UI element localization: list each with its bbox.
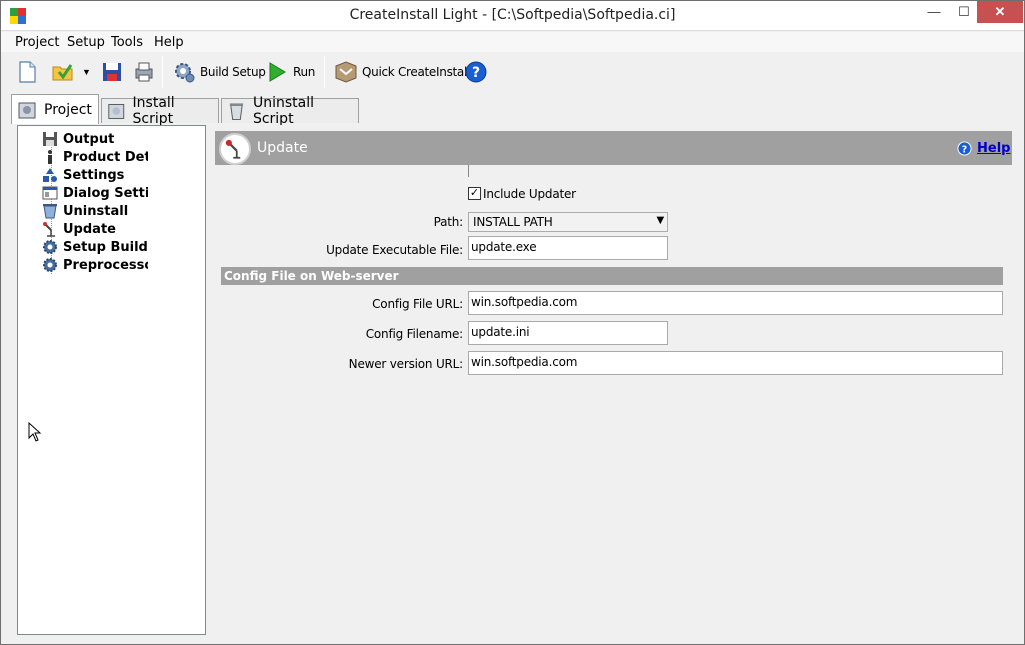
build-setup-button[interactable]: Build Setup (172, 58, 266, 86)
tree-item-uninstall[interactable]: Uninstall (18, 202, 203, 220)
toolbar-separator (324, 56, 325, 88)
gear-icon (43, 240, 57, 254)
update-exe-label: Update Executable File: (326, 243, 463, 257)
tree-label-uninstall: Uninstall (63, 203, 129, 219)
help-link[interactable]: Help (977, 141, 1010, 156)
divider (468, 165, 469, 177)
project-icon (18, 102, 36, 118)
new-file-icon (19, 61, 36, 83)
dialog-icon (42, 186, 58, 200)
open-button[interactable] (51, 58, 75, 86)
package-box-icon (335, 61, 357, 83)
help-circle-icon[interactable]: ? (957, 141, 972, 156)
project-tree: Output Product Details Settings Dialog S… (17, 125, 206, 635)
app-window: CreateInstall Light - [C:\Softpedia\Soft… (0, 0, 1025, 645)
svg-text:?: ? (962, 144, 967, 155)
newer-version-url-input[interactable]: win.softpedia.com (468, 351, 1003, 375)
path-select[interactable]: INSTALL PATH ▼ (468, 212, 668, 232)
build-gear-icon (175, 63, 195, 83)
tab-uninstall-script[interactable]: Uninstall Script (221, 95, 359, 127)
tree-label-product-details: Product Details (63, 149, 148, 165)
install-script-icon (108, 103, 125, 119)
gear-icon (43, 258, 57, 272)
window-title: CreateInstall Light - [C:\Softpedia\Soft… (349, 7, 676, 23)
tree-item-setup-builder[interactable]: Setup Builder (18, 238, 203, 256)
tab-install-script-label: Install Script (132, 95, 175, 127)
run-play-icon (269, 62, 286, 82)
print-button[interactable] (132, 58, 156, 86)
panel-splitter[interactable] (207, 125, 215, 635)
uninstall-icon (43, 204, 57, 219)
config-filename-input[interactable]: update.ini (468, 321, 668, 345)
tree-item-update[interactable]: Update (18, 220, 203, 238)
toolbar-separator (162, 56, 163, 88)
menu-bar: Project Setup Tools Help (1, 32, 1024, 52)
update-settings-panel: Update ? Help ✓ Include Updater Path: IN… (215, 125, 1012, 635)
tab-uninstall-script-label: Uninstall Script (252, 95, 314, 127)
antenna-icon (43, 222, 55, 237)
open-folder-icon (52, 64, 73, 81)
info-icon (48, 150, 52, 164)
include-updater-checkbox[interactable]: ✓ (468, 187, 481, 200)
tree-item-settings[interactable]: Settings (18, 166, 203, 184)
maximize-icon[interactable]: ☐ (947, 1, 981, 23)
menu-tools[interactable]: Tools (111, 35, 143, 50)
tab-bar: Project Install Script Uninstall Script (11, 94, 371, 127)
config-filename-label: Config Filename: (365, 327, 463, 341)
floppy-icon (43, 132, 57, 146)
path-label: Path: (433, 215, 464, 229)
quick-createinstall-label: Quick CreateInstall (362, 65, 471, 79)
quick-createinstall-button[interactable]: Quick CreateInstall (334, 58, 470, 86)
help-circle-icon: ? (465, 61, 487, 83)
menu-help[interactable]: Help (154, 35, 184, 50)
menu-setup[interactable]: Setup (67, 35, 105, 50)
update-exe-input[interactable]: update.exe (468, 236, 668, 260)
shapes-icon (43, 168, 57, 182)
section-header: Update ? Help (215, 131, 1012, 165)
run-label: Run (293, 65, 316, 79)
tree-label-output: Output (63, 131, 115, 147)
minimize-icon[interactable]: — (917, 1, 951, 23)
newer-version-url-label: Newer version URL: (348, 357, 464, 371)
chevron-down-icon: ▼ (656, 215, 665, 226)
tree-label-dialog-settings: Dialog Settings (63, 185, 148, 201)
save-button[interactable] (100, 58, 124, 86)
update-antenna-icon (219, 133, 251, 165)
close-icon[interactable]: ✕ (977, 1, 1023, 23)
tree-item-dialog-settings[interactable]: Dialog Settings (18, 184, 203, 202)
tree-item-preprocessor[interactable]: Preprocessor (18, 256, 203, 274)
tab-project-label: Project (44, 101, 92, 118)
config-section-header: Config File on Web-server (221, 267, 1003, 285)
mouse-pointer-icon (28, 422, 42, 442)
section-title: Update (257, 140, 308, 156)
print-icon (135, 62, 153, 82)
tree-label-settings: Settings (63, 167, 125, 183)
tab-install-script[interactable]: Install Script (101, 95, 219, 127)
tree-item-output[interactable]: Output (18, 130, 203, 148)
new-button[interactable] (15, 58, 39, 86)
uninstall-script-icon (229, 103, 244, 121)
tree-label-update: Update (63, 221, 116, 237)
config-section-title: Config File on Web-server (224, 269, 399, 283)
config-url-label: Config File URL: (372, 297, 463, 311)
save-icon (103, 63, 121, 81)
run-button[interactable]: Run (265, 58, 315, 86)
open-dropdown-button[interactable]: ▼ (82, 58, 91, 86)
tree-label-preprocessor: Preprocessor (63, 257, 148, 273)
dropdown-arrow-icon: ▼ (82, 67, 91, 77)
config-url-input[interactable]: win.softpedia.com (468, 291, 1003, 315)
help-button[interactable]: ? (464, 58, 488, 86)
title-bar: CreateInstall Light - [C:\Softpedia\Soft… (1, 1, 1024, 31)
tree-item-product-details[interactable]: Product Details (18, 148, 203, 166)
tab-project[interactable]: Project (11, 94, 99, 124)
tree-label-setup-builder: Setup Builder (63, 239, 148, 255)
toolbar: ▼ Build Setup Run Quick CreateInstall ? (1, 52, 1024, 92)
include-updater-label: Include Updater (483, 187, 576, 201)
svg-text:?: ? (472, 65, 480, 81)
build-setup-label: Build Setup (200, 65, 266, 79)
menu-project[interactable]: Project (15, 35, 59, 50)
path-select-value: INSTALL PATH (473, 215, 553, 229)
